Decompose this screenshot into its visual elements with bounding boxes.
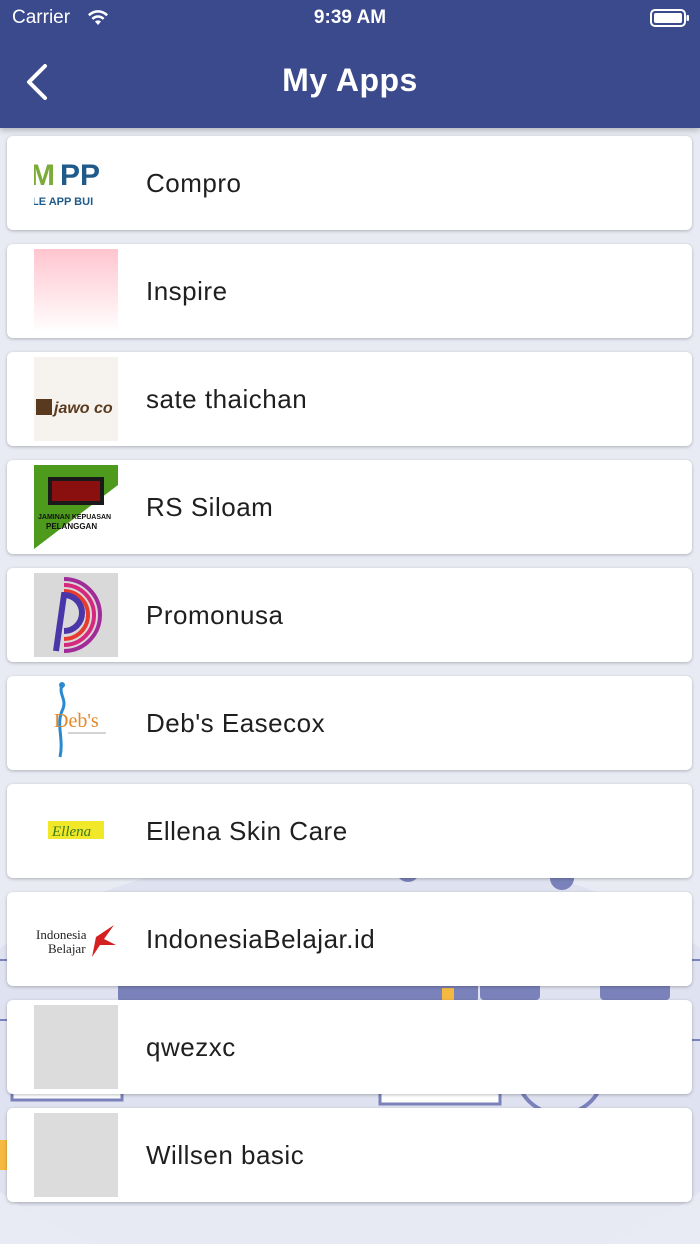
app-name: Ellena Skin Care bbox=[146, 816, 348, 846]
app-list-item[interactable]: Willsen basic bbox=[7, 1108, 692, 1202]
app-logo-indonesiabelajar: Indonesia Belajar bbox=[34, 897, 118, 981]
app-name: IndonesiaBelajar.id bbox=[146, 924, 376, 954]
svg-text:PELANGGAN: PELANGGAN bbox=[46, 522, 97, 531]
app-list-item[interactable]: M PP LE APP BUI Compro bbox=[7, 136, 692, 230]
app-logo-sate-thaichan: jawo co bbox=[34, 357, 118, 441]
svg-text:LE APP BUI: LE APP BUI bbox=[34, 196, 93, 208]
app-name: Compro bbox=[146, 168, 242, 198]
app-name: sate thaichan bbox=[146, 384, 308, 414]
page-title: My Apps bbox=[282, 62, 418, 98]
svg-text:Indonesia: Indonesia bbox=[36, 927, 87, 942]
app-logo-inspire bbox=[34, 249, 118, 333]
app-logo-compro: M PP LE APP BUI bbox=[34, 141, 118, 225]
app-name: qwezxc bbox=[146, 1032, 236, 1062]
svg-text:PP: PP bbox=[60, 159, 100, 192]
app-name: Inspire bbox=[146, 276, 228, 306]
app-logo-placeholder bbox=[34, 1005, 118, 1089]
app-list-item[interactable]: Promonusa bbox=[7, 568, 692, 662]
app-list-item[interactable]: JAMINAN KEPUASAN PELANGGAN RS Siloam bbox=[7, 460, 692, 554]
app-list-item[interactable]: qwezxc bbox=[7, 1000, 692, 1094]
app-logo-ellena: Ellena bbox=[34, 789, 118, 873]
app-logo-debs-easecox: Deb's bbox=[34, 681, 118, 765]
app-logo-placeholder bbox=[34, 1113, 118, 1197]
app-list-item[interactable]: jawo co sate thaichan bbox=[7, 352, 692, 446]
battery-icon bbox=[650, 8, 690, 33]
svg-text:Belajar: Belajar bbox=[48, 941, 86, 956]
navigation-header: Carrier 9:39 AM My Apps bbox=[0, 0, 700, 128]
app-name: Deb's Easecox bbox=[146, 708, 326, 738]
app-list-item[interactable]: Inspire bbox=[7, 244, 692, 338]
app-name: RS Siloam bbox=[146, 492, 274, 522]
app-list-item[interactable]: Indonesia Belajar IndonesiaBelajar.id bbox=[7, 892, 692, 986]
svg-text:Ellena: Ellena bbox=[51, 824, 91, 840]
app-logo-promonusa bbox=[34, 573, 118, 657]
app-name: Promonusa bbox=[146, 600, 284, 630]
svg-text:jawo co: jawo co bbox=[52, 400, 113, 417]
app-name: Willsen basic bbox=[146, 1140, 305, 1170]
svg-text:M: M bbox=[34, 159, 55, 192]
status-time: 9:39 AM bbox=[313, 7, 387, 28]
app-list-item[interactable]: Deb's Deb's Easecox bbox=[7, 676, 692, 770]
app-logo-rs-siloam: JAMINAN KEPUASAN PELANGGAN bbox=[34, 465, 118, 549]
app-list-item[interactable]: Ellena Ellena Skin Care bbox=[7, 784, 692, 878]
status-bar: Carrier 9:39 AM bbox=[0, 0, 700, 36]
svg-text:Deb's: Deb's bbox=[54, 710, 99, 732]
svg-text:JAMINAN KEPUASAN: JAMINAN KEPUASAN bbox=[38, 514, 111, 521]
